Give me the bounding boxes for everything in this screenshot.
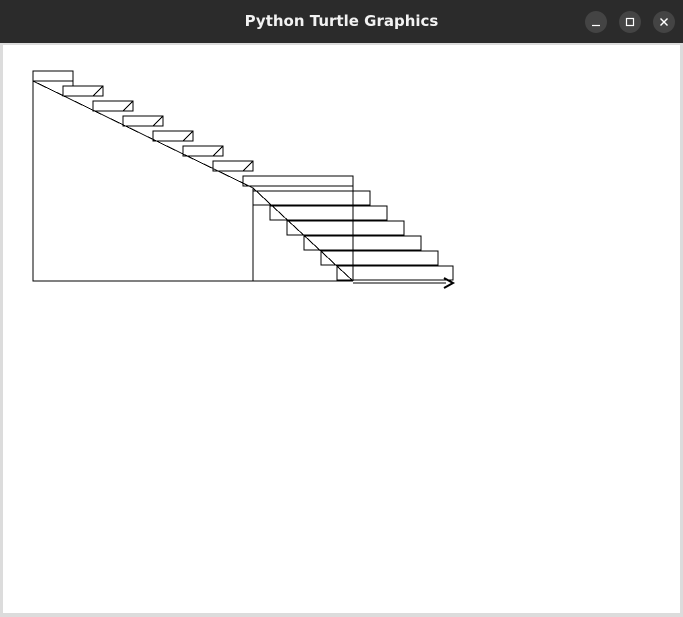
outline-left-wall — [32, 81, 353, 282]
canvas-frame — [0, 43, 683, 617]
maximize-icon — [625, 17, 635, 27]
upper-diagonal — [32, 80, 254, 189]
turtle-canvas[interactable] — [3, 45, 680, 613]
close-icon — [660, 18, 668, 26]
turtle-window: Python Turtle Graphics — [0, 0, 683, 617]
minimize-button[interactable] — [585, 11, 607, 33]
close-button[interactable] — [653, 11, 675, 33]
maximize-button[interactable] — [619, 11, 641, 33]
minimize-icon — [592, 24, 600, 27]
upper-steps — [32, 70, 354, 187]
staircase-drawing — [32, 70, 456, 289]
title-bar[interactable]: Python Turtle Graphics — [0, 0, 683, 43]
window-title: Python Turtle Graphics — [244, 12, 439, 30]
